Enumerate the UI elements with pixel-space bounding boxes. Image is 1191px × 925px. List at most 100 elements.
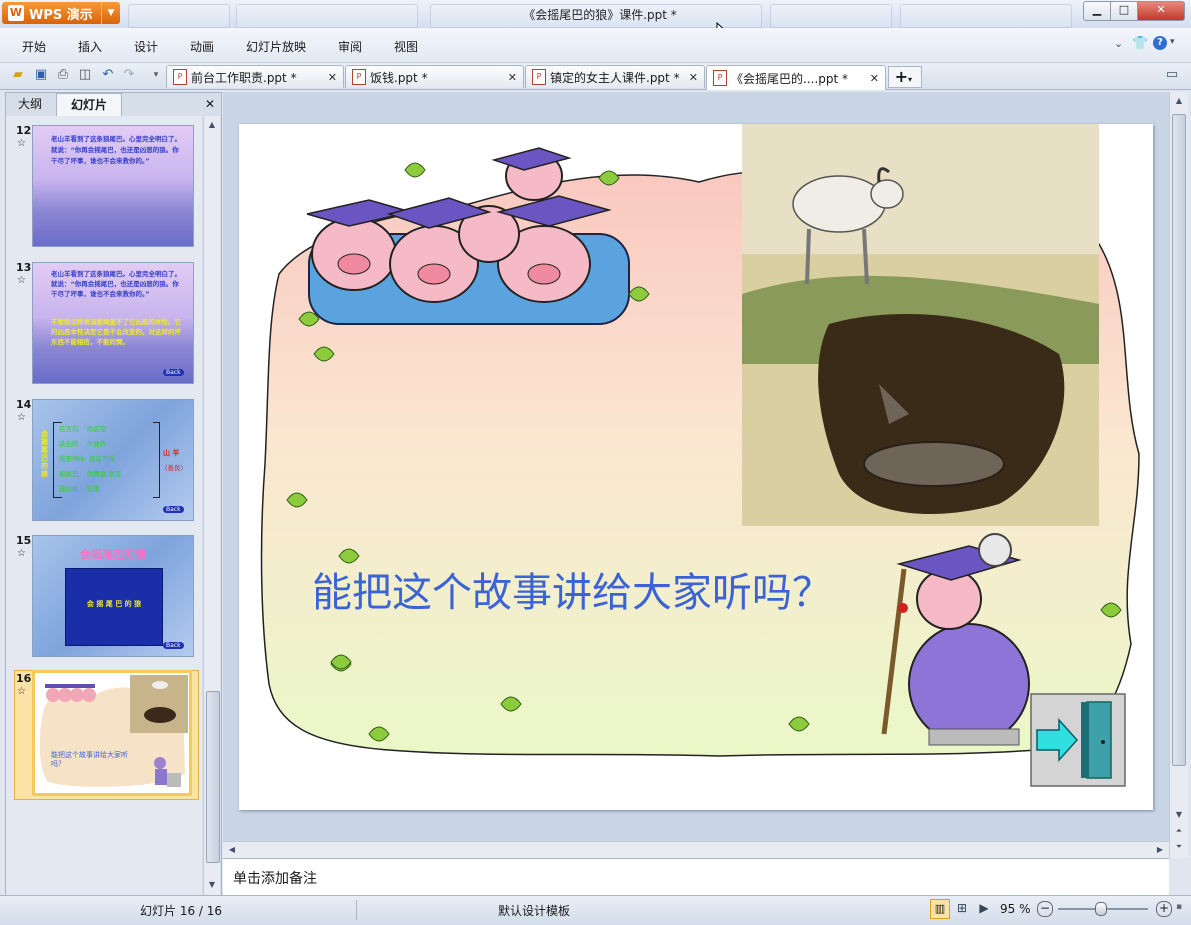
new-tab-button[interactable]: +▾: [888, 66, 922, 88]
design-template-label: 默认设计模板: [498, 904, 571, 918]
menu-design[interactable]: 设计: [134, 38, 158, 55]
menu-animation[interactable]: 动画: [190, 38, 214, 55]
slide-sorter-icon[interactable]: ⊞: [954, 900, 970, 916]
slide-counter: 幻灯片 16 / 16: [140, 904, 223, 918]
doc-tab-active[interactable]: P 《会摇尾巴的....ppt * ✕: [706, 65, 886, 90]
open-folder-icon[interactable]: ▰: [10, 67, 26, 83]
fit-window-icon[interactable]: ▪: [1176, 902, 1186, 914]
scroll-left-icon[interactable]: ◀: [225, 843, 239, 857]
thumb-text: 山 羊: [163, 449, 180, 457]
close-window-button[interactable]: ✕: [1137, 1, 1185, 21]
close-tab-icon[interactable]: ✕: [870, 72, 879, 85]
slide-thumbnail-15[interactable]: 会摇尾巴的狼 会 摇 尾 巴 的 狼 Back: [32, 535, 194, 657]
menu-view[interactable]: 视图: [394, 38, 418, 55]
back-button: Back: [163, 369, 184, 376]
editor-vertical-scrollbar[interactable]: ▲ ▼ ⏶ ⏷: [1169, 92, 1188, 858]
window-title: 《会摇尾巴的狼》课件.ppt *: [523, 8, 677, 22]
wps-app-menu-button[interactable]: W WPS 演示 ▼: [2, 2, 120, 24]
slideshow-view-icon[interactable]: ▶: [976, 900, 992, 916]
tab-slides[interactable]: 幻灯片: [56, 93, 122, 116]
close-tab-icon[interactable]: ✕: [689, 71, 698, 84]
thumb-text: 会 摇 尾 巴 的 狼: [86, 600, 142, 608]
ppt-file-icon: P: [173, 69, 187, 85]
slide-text-box[interactable]: 能把这个故事讲给大家听吗？: [312, 568, 832, 618]
slide-thumbnail-16[interactable]: 能把这个故事讲给大家听吗？: [32, 670, 192, 796]
close-pane-icon[interactable]: ✕: [205, 97, 215, 111]
skin-shirt-icon[interactable]: 👕: [1132, 36, 1148, 51]
zoom-slider-handle[interactable]: [1095, 902, 1107, 916]
back-button: Back: [163, 642, 184, 649]
doc-tab[interactable]: P 镇定的女主人课件.ppt * ✕: [525, 65, 705, 88]
slide-number: 13: [16, 261, 32, 274]
slide-thumbnail-13[interactable]: 老山羊看到了这条狼尾巴。心里完全明白了。就说：“你再会摇尾巴，也还是凶恶的狼。你…: [32, 262, 194, 384]
zoom-out-icon[interactable]: −: [1037, 901, 1053, 917]
customize-dropdown-icon[interactable]: ▾: [148, 67, 164, 83]
zoom-level: 95 %: [1000, 902, 1031, 916]
ppt-file-icon: P: [713, 70, 727, 86]
print-preview-icon[interactable]: ◫: [77, 67, 93, 83]
menu-slideshow[interactable]: 幻灯片放映: [246, 38, 306, 55]
slide-number: 14: [16, 398, 32, 411]
chevron-down-icon[interactable]: ▼: [101, 2, 120, 24]
ghost-tab: [900, 4, 1072, 28]
chevron-down-icon[interactable]: ⌄: [1114, 37, 1123, 50]
tab-outline[interactable]: 大纲: [8, 93, 52, 115]
window-layout-icon[interactable]: ▭: [1164, 67, 1180, 83]
doc-tab-label: 镇定的女主人课件.ppt *: [550, 70, 680, 85]
ghost-tab: [770, 4, 892, 28]
undo-icon[interactable]: ↶: [100, 67, 116, 83]
save-icon[interactable]: ▣: [33, 67, 49, 83]
close-tab-icon[interactable]: ✕: [508, 71, 517, 84]
minimize-button[interactable]: ▁: [1083, 1, 1111, 21]
previous-slide-icon[interactable]: ⏶: [1172, 824, 1186, 838]
slide-canvas[interactable]: [239, 124, 1153, 810]
goat-and-wolf-painting: [742, 124, 1099, 526]
exit-door-button: [1030, 693, 1126, 787]
status-bar: 幻灯片 16 / 16 默认设计模板 ▥ ⊞ ▶ 95 % − + ▪: [0, 895, 1191, 925]
close-tab-icon[interactable]: ✕: [328, 71, 337, 84]
next-slide-icon[interactable]: ⏷: [1172, 840, 1186, 854]
menu-review[interactable]: 审阅: [338, 38, 362, 55]
thumb-table: 花言巧 你这是 装出的 不要的 我来帮你 假装可怜 摇尾巴 你再会 也还 露凶相…: [59, 425, 122, 493]
redo-icon[interactable]: ↷: [121, 67, 137, 83]
scroll-right-icon[interactable]: ▶: [1153, 843, 1167, 857]
slide-thumbnail-14[interactable]: 会摇尾巴的狼 花言巧 你这是 装出的 不要的 我来帮你 假装可怜 摇尾巴 你再会…: [32, 399, 194, 521]
scroll-down-icon[interactable]: ▼: [205, 878, 219, 892]
scroll-down-icon[interactable]: ▼: [1172, 808, 1186, 822]
ppt-file-icon: P: [352, 69, 366, 85]
thumb-text: 老山羊看到了这条狼尾巴。心里完全明白了。就说：“你再会摇尾巴，也还是凶恶的狼。你…: [51, 270, 181, 298]
transition-star-icon: ☆: [17, 548, 26, 559]
scroll-thumb[interactable]: [1172, 114, 1186, 766]
doc-tab[interactable]: P 前台工作职责.ppt * ✕: [166, 65, 344, 88]
thumb-text: 老山羊看到了这条狼尾巴。心里完全明白了。就说：“你再会摇尾巴，也还是凶恶的狼。你…: [51, 135, 181, 165]
slide-number: 15: [16, 534, 32, 547]
scroll-up-icon[interactable]: ▲: [1172, 94, 1186, 108]
pig-graduates-illustration: [306, 147, 630, 325]
normal-view-icon[interactable]: ▥: [930, 899, 950, 919]
notes-pane[interactable]: 单击添加备注: [223, 858, 1169, 896]
scroll-up-icon[interactable]: ▲: [205, 118, 219, 132]
ghost-tab: [236, 4, 418, 28]
print-icon[interactable]: ⎙: [55, 67, 71, 83]
doc-tab-label: 《会摇尾巴的....ppt *: [731, 71, 849, 86]
editor-horizontal-scrollbar[interactable]: ◀ ▶: [223, 841, 1169, 858]
bracket-shape: [153, 422, 160, 498]
doc-tab[interactable]: P 饭钱.ppt * ✕: [345, 65, 524, 88]
ppt-file-icon: P: [532, 69, 546, 85]
zoom-in-icon[interactable]: +: [1156, 901, 1172, 917]
thumb-text: 能把这个故事讲给大家听吗？: [51, 751, 128, 768]
help-icon[interactable]: ?: [1153, 36, 1167, 50]
menu-bar: 开始 插入 设计 动画 幻灯片放映 审阅 视图 ⌄ 👕 ? ▾: [0, 28, 1191, 62]
menu-insert[interactable]: 插入: [78, 38, 102, 55]
slide-thumbnail-12[interactable]: 老山羊看到了这条狼尾巴。心里完全明白了。就说：“你再会摇尾巴，也还是凶恶的狼。你…: [32, 125, 194, 247]
thumb-text: （善良）: [161, 464, 187, 472]
app-name: WPS 演示: [29, 7, 93, 23]
thumb-text: 会摇尾巴的狼: [41, 430, 48, 478]
slide-artwork: [260, 124, 1140, 787]
maximize-button[interactable]: □: [1110, 1, 1138, 21]
transition-star-icon: ☆: [17, 686, 26, 697]
thumbnail-scrollbar[interactable]: ▲ ▼: [203, 116, 220, 896]
menu-home[interactable]: 开始: [22, 38, 46, 55]
chevron-down-icon[interactable]: ▾: [1170, 37, 1175, 47]
scroll-thumb[interactable]: [206, 691, 220, 863]
